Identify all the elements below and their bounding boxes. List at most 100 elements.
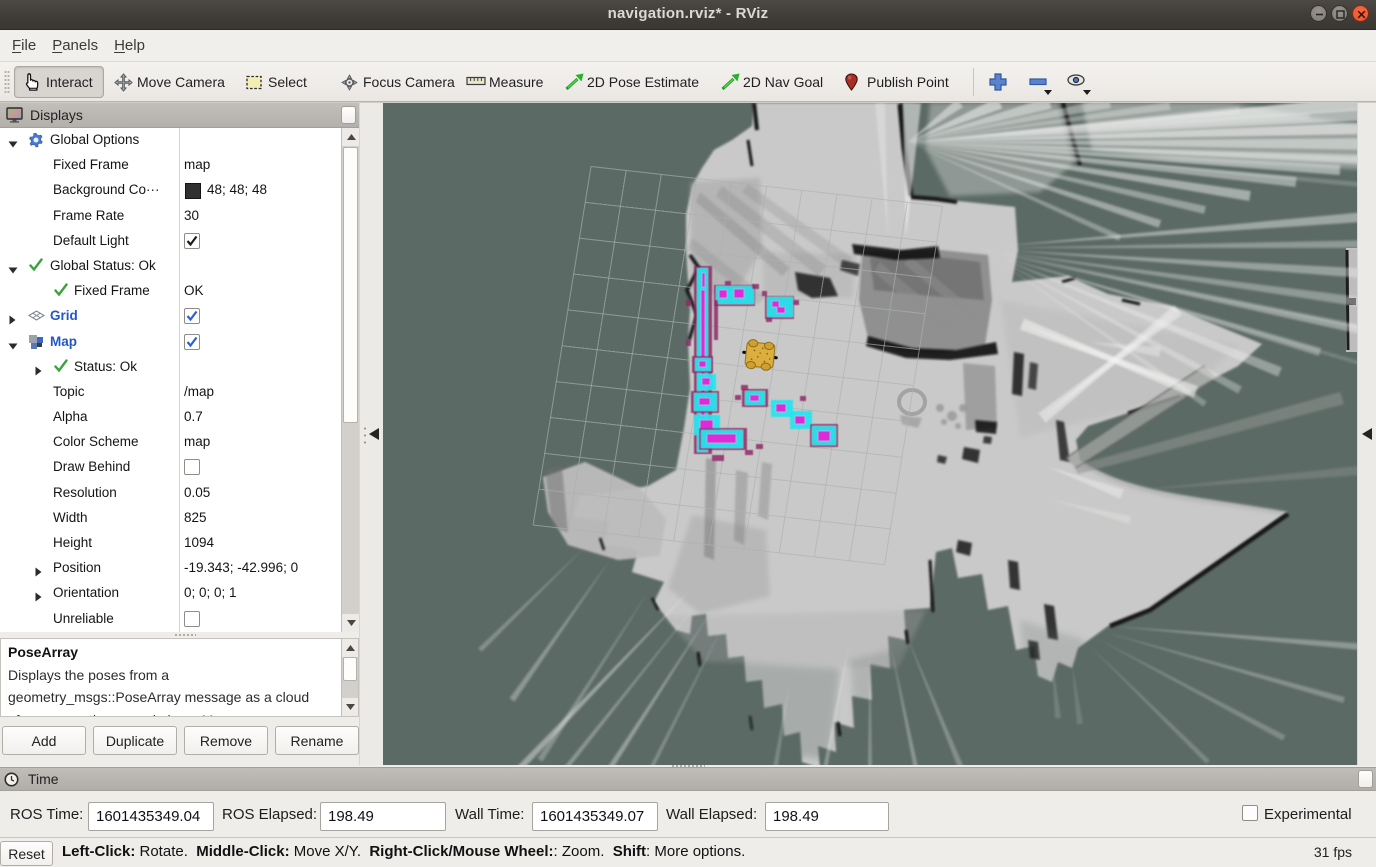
property-value[interactable]: 0; 0; 0; 1 (184, 585, 237, 600)
expander-right-icon (34, 592, 42, 602)
property-value[interactable]: 48; 48; 48 (207, 182, 267, 197)
property-value[interactable]: /map (184, 384, 214, 399)
tool-move-camera[interactable]: Move Camera (114, 66, 225, 98)
menu-file[interactable]: File (4, 33, 44, 59)
property-value[interactable]: map (184, 157, 210, 172)
time-float-button[interactable] (1358, 770, 1373, 788)
tool-focus-camera[interactable]: Focus Camera (340, 66, 455, 98)
displays-float-button[interactable] (341, 106, 356, 124)
displays-scrollbar[interactable] (341, 128, 359, 632)
menu-help[interactable]: Help (106, 33, 153, 59)
time-field-input[interactable]: 1601435349.07 (532, 802, 658, 831)
checkbox-checked[interactable] (184, 334, 200, 350)
left-splitter[interactable] (359, 103, 383, 765)
3d-viewport[interactable] (383, 103, 1357, 765)
tree-row-default-light[interactable]: Default Light (0, 229, 341, 254)
remove-button[interactable]: Remove (184, 726, 268, 755)
tree-row-orientation[interactable]: Orientation0; 0; 0; 1 (0, 581, 341, 606)
tool-2d-pose-estimate[interactable]: 2D Pose Estimate (564, 66, 699, 98)
tree-row-fixed-frame[interactable]: Fixed FrameOK (0, 279, 341, 304)
desc-scroll-up[interactable] (342, 639, 359, 657)
tree-row-global-status-ok[interactable]: Global Status: Ok (0, 254, 341, 279)
property-value[interactable]: map (184, 434, 210, 449)
menu-panels[interactable]: Panels (44, 33, 106, 59)
tree-row-status-ok[interactable]: Status: Ok (0, 355, 341, 380)
color-swatch[interactable] (185, 183, 201, 199)
checkbox-checked[interactable] (184, 233, 200, 249)
desc-scroll-thumb[interactable] (343, 657, 357, 681)
remove-tool-button[interactable] (1024, 68, 1052, 96)
tree-row-alpha[interactable]: Alpha0.7 (0, 405, 341, 430)
collapse-left-arrow[interactable] (369, 428, 379, 440)
displays-panel-header[interactable]: Displays (0, 103, 359, 128)
add-button[interactable]: Add (2, 726, 86, 755)
tool-visibility-dropdown-arrow[interactable] (1083, 90, 1091, 95)
property-value[interactable]: 0.7 (184, 409, 203, 424)
tree-row-frame-rate[interactable]: Frame Rate 30 (0, 204, 341, 229)
expander-down[interactable] (8, 262, 18, 280)
scroll-thumb[interactable] (343, 147, 358, 423)
property-value[interactable]: 0.05 (184, 485, 210, 500)
tree-row-draw-behind[interactable]: Draw Behind (0, 455, 341, 480)
property-value[interactable]: 825 (184, 510, 207, 525)
tree-row-background-co-[interactable]: Background Co···48; 48; 48 (0, 178, 341, 203)
close-button[interactable] (1352, 5, 1369, 22)
tool-interact[interactable]: Interact (14, 66, 104, 98)
property-value[interactable]: -19.343; -42.996; 0 (184, 560, 298, 575)
tree-row-global-options[interactable]: Global Options (0, 128, 341, 153)
rename-button[interactable]: Rename (275, 726, 359, 755)
tree-row-height[interactable]: Height1094 (0, 531, 341, 556)
property-value[interactable]: 1094 (184, 535, 214, 550)
add-tool-button[interactable] (984, 68, 1012, 96)
tool-2d-nav-goal[interactable]: 2D Nav Goal (720, 66, 823, 98)
maximize-button[interactable] (1331, 5, 1348, 22)
time-field-input[interactable]: 1601435349.04 (88, 802, 214, 831)
checkbox-checked[interactable] (184, 308, 200, 324)
property-label: Frame Rate (53, 208, 124, 223)
expander-right[interactable] (34, 363, 42, 381)
expander-right[interactable] (34, 589, 42, 607)
tool-label: 2D Nav Goal (743, 74, 823, 90)
property-value[interactable]: 30 (184, 208, 199, 223)
expander-down[interactable] (8, 136, 18, 154)
right-splitter[interactable] (1357, 103, 1376, 765)
tool-visibility-button[interactable] (1062, 68, 1090, 96)
checkbox-unchecked[interactable] (184, 459, 200, 475)
checkbox-unchecked[interactable] (184, 611, 200, 627)
description-line: geometry_msgs::PoseArray message as a cl… (8, 686, 340, 709)
duplicate-button[interactable]: Duplicate (93, 726, 177, 755)
tree-row-map[interactable]: Map (0, 330, 341, 355)
reset-button[interactable]: Reset (0, 841, 53, 866)
scroll-down-button[interactable] (342, 614, 360, 632)
scroll-up-button[interactable] (342, 128, 360, 146)
time-field-input[interactable]: 198.49 (320, 802, 446, 831)
tree-row-width[interactable]: Width825 (0, 506, 341, 531)
time-panel-header[interactable]: Time (0, 767, 1376, 791)
desc-scroll-down[interactable] (342, 698, 359, 716)
expander-right[interactable] (34, 564, 42, 582)
minimize-button[interactable] (1310, 5, 1327, 22)
tree-row-color-scheme[interactable]: Color Schememap (0, 430, 341, 455)
displays-tree: Global OptionsFixed FramemapBackground C… (0, 128, 359, 632)
tree-row-resolution[interactable]: Resolution0.05 (0, 481, 341, 506)
experimental-checkbox[interactable] (1242, 805, 1258, 821)
tree-row-unreliable[interactable]: Unreliable (0, 607, 341, 632)
toolbar-drag-handle[interactable] (4, 70, 10, 94)
experimental-label: Experimental (1264, 806, 1352, 823)
tree-row-position[interactable]: Position-19.343; -42.996; 0 (0, 556, 341, 581)
description-scrollbar[interactable] (341, 639, 358, 716)
tree-row-fixed-frame[interactable]: Fixed Framemap (0, 153, 341, 178)
property-value[interactable]: OK (184, 283, 204, 298)
remove-tool-dropdown-arrow[interactable] (1044, 90, 1052, 95)
expander-right[interactable] (8, 312, 16, 330)
tool-measure[interactable]: Measure (466, 66, 543, 98)
tree-row-grid[interactable]: Grid (0, 304, 341, 329)
time-field-input[interactable]: 198.49 (765, 802, 889, 831)
more-link[interactable]: More... (202, 712, 246, 718)
tool-publish-point[interactable]: Publish Point (844, 66, 949, 98)
expander-down[interactable] (8, 338, 18, 356)
collapse-right-arrow[interactable] (1362, 428, 1372, 440)
status-hint-text: Left-Click: Rotate. Middle-Click: Move X… (62, 843, 745, 860)
tool-select[interactable]: Select (245, 66, 307, 98)
tree-row-topic[interactable]: Topic/map (0, 380, 341, 405)
